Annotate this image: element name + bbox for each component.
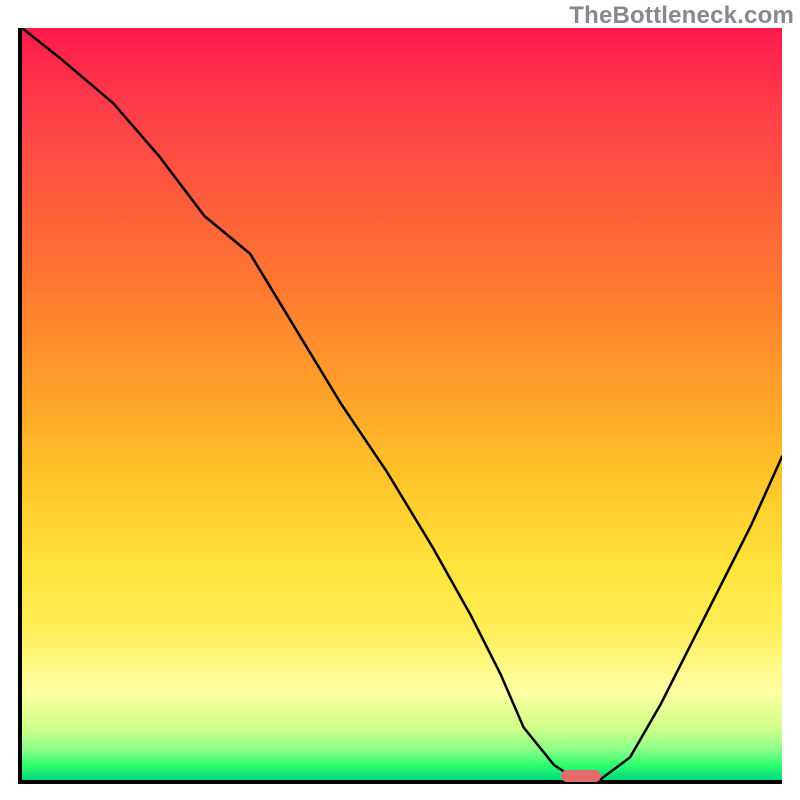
plot-area bbox=[18, 28, 782, 784]
gradient-background bbox=[22, 28, 782, 780]
optimal-marker bbox=[561, 770, 601, 782]
watermark-label: TheBottleneck.com bbox=[569, 2, 794, 30]
bottleneck-chart: TheBottleneck.com bbox=[0, 0, 800, 800]
